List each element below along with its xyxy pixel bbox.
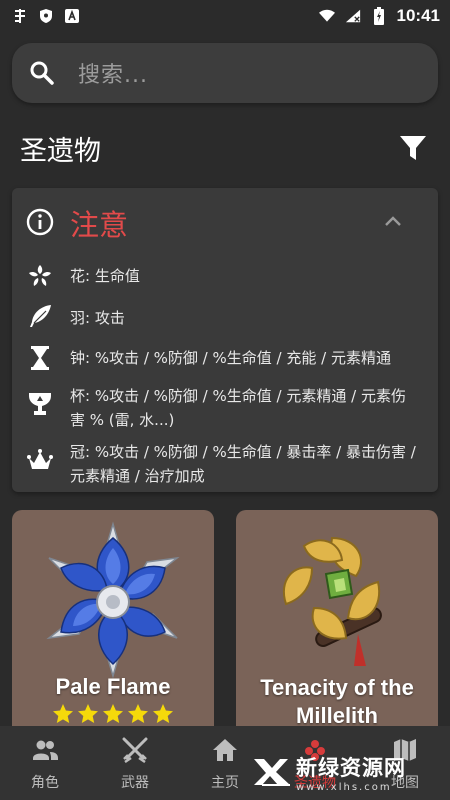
status-time: 10:41 [396, 6, 440, 25]
goblet-icon [29, 393, 51, 415]
app-logo-icon [12, 8, 28, 24]
nav-label: 武器 [121, 775, 149, 791]
chevron-up-icon[interactable] [384, 214, 402, 228]
artifact-name: Tenacity of the Millelith [260, 675, 414, 728]
notice-header[interactable]: 注意 [12, 188, 438, 258]
notice-item-text: 杯: %攻击 / %防御 / %生命值 / 元素精通 / 元素伤害 % (雷, … [70, 387, 406, 429]
a-letter-icon [64, 8, 80, 24]
crown-icon [27, 449, 53, 469]
star-icon [153, 704, 173, 723]
notice-item-text: 钟: %攻击 / %防御 / %生命值 / 充能 / 元素精通 [70, 349, 391, 367]
search-input[interactable]: 搜索... [12, 43, 438, 103]
notice-item-text: 花: 生命值 [70, 267, 140, 285]
home-icon [213, 739, 237, 761]
hourglass-icon [31, 346, 49, 370]
artifact-name: Pale Flame [55, 674, 171, 699]
star-icon [78, 704, 98, 723]
nav-item-weapons[interactable]: 武器 [90, 726, 180, 800]
signal-icon [345, 8, 361, 24]
page-title: 圣遗物 [20, 135, 101, 167]
tenacity-artwork [282, 536, 382, 666]
artifact-card-tenacity-of-the-millelith[interactable]: Tenacity of the Millelith [236, 510, 438, 740]
feather-icon [30, 305, 51, 327]
status-bar: 10:41 [0, 0, 450, 32]
crossed-swords-icon [122, 737, 148, 764]
nav-label: 主页 [211, 775, 239, 791]
page-header: 圣遗物 [20, 126, 430, 170]
star-icon [53, 704, 73, 723]
star-icon [128, 704, 148, 723]
notice-item-text: 羽: 攻击 [70, 309, 125, 327]
filter-icon[interactable] [398, 133, 428, 163]
artifact-card-pale-flame[interactable]: Pale Flame [12, 510, 214, 740]
watermark-text: 新绿资源网 [296, 755, 406, 780]
notice-item-text: 冠: %攻击 / %防御 / %生命值 / 暴击率 / 暴击伤害 / 元素精通 … [70, 443, 416, 485]
people-icon [33, 740, 58, 760]
shield-icon [38, 8, 54, 24]
watermark-url: www.xlhs.com [296, 781, 392, 793]
notice-card: 注意 花: 生命值 羽: 攻击 钟: %攻击 / %防御 / %生命值 / 充能… [12, 188, 438, 492]
rarity-stars [12, 703, 214, 725]
site-watermark: 新绿资源网 www.xlhs.com [252, 748, 432, 796]
watermark-logo-icon [254, 759, 290, 786]
search-placeholder: 搜索... [78, 63, 148, 88]
wifi-icon [318, 8, 335, 24]
notice-title: 注意 [70, 208, 129, 242]
nav-label: 角色 [31, 775, 59, 791]
battery-icon [371, 7, 387, 25]
search-icon [30, 61, 54, 85]
pale-flame-artwork [46, 521, 180, 679]
flower-icon [29, 265, 51, 286]
nav-item-characters[interactable]: 角色 [0, 726, 90, 800]
star-icon [103, 704, 123, 723]
info-icon [26, 208, 54, 236]
